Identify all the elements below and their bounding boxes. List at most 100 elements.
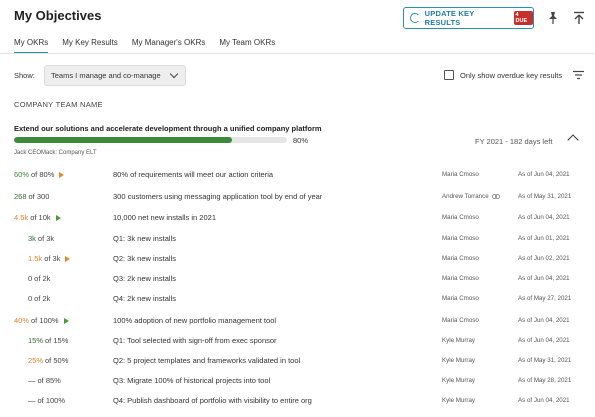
key-result-name[interactable]: 300 customers using messaging applicatio… (113, 192, 322, 201)
key-result-date: As of May 31, 2021 (518, 193, 572, 200)
update-key-results-button[interactable]: UPDATE KEY RESULTS 4 DUE (403, 7, 534, 29)
tab-my-team-okrs[interactable]: My Team OKRs (219, 38, 275, 54)
overdue-label: Only show overdue key results (460, 71, 563, 80)
key-result-progress: 268 of 300 (14, 192, 49, 201)
key-result-name[interactable]: Q4: Publish dashboard of portfolio with … (113, 396, 312, 405)
key-result-name[interactable]: Q4: 2k new installs (113, 294, 176, 303)
key-result-current: 60% (14, 170, 30, 179)
key-result-owner-name: Andrew Torrance (442, 193, 489, 200)
key-result-name[interactable]: Q2: 3k new installs (113, 254, 176, 263)
key-result-date: As of Jun 04, 2021 (518, 337, 570, 344)
key-result-target: of 3k (44, 254, 61, 263)
key-result-row[interactable]: 0 of 2k Q3: 2k new installs Maria Cmoso As o… (0, 274, 595, 294)
key-result-row[interactable]: — of 85% Q3: Migrate 100% of historical pr… (0, 376, 595, 396)
key-result-target: of 2k (34, 294, 51, 303)
key-result-target: of 3k (37, 234, 55, 243)
key-result-row[interactable]: 25% of 50% Q2: 5 project templates and fra… (0, 356, 595, 376)
key-result-owner: Andrew Torrance (442, 193, 500, 200)
key-result-row[interactable]: 15% of 15% Q1: Tool selected with sign-off… (0, 336, 595, 356)
pin-icon[interactable] (547, 11, 559, 25)
key-result-current: 4.5k (14, 213, 29, 222)
key-result-name[interactable]: 100% adoption of new portfolio managemen… (113, 316, 276, 325)
key-result-name[interactable]: 10,000 net new installs in 2021 (113, 213, 216, 222)
key-result-owner-name: Maria Cmoso (442, 255, 479, 262)
show-label: Show: (14, 71, 35, 80)
key-result-progress: 4.5k of 10k (14, 213, 61, 222)
key-result-row[interactable]: 1.5k of 3k Q2: 3k new installs Maria Cmoso A… (0, 254, 595, 274)
key-result-row[interactable]: 3k of 3k Q1: 3k new installs Maria Cmoso As … (0, 234, 595, 254)
okr-tabs: My OKRs My Key Results My Manager's OKRs… (14, 38, 289, 54)
link-icon (491, 194, 500, 199)
overdue-checkbox[interactable] (444, 70, 454, 80)
objective-owner: Jack CEOMack: Company ELT (14, 150, 97, 156)
trend-arrow-icon (59, 171, 65, 178)
key-result-row[interactable]: 60% of 80% 80% of requirements will meet o… (0, 170, 595, 190)
scroll-to-top-icon[interactable] (573, 11, 585, 25)
key-result-date: As of Jun 02, 2021 (518, 255, 570, 262)
key-result-row[interactable]: 268 of 300 300 customers using messaging a… (0, 192, 595, 212)
key-result-row[interactable]: 0 of 2k Q4: 2k new installs Maria Cmoso As o… (0, 294, 595, 314)
key-result-owner-name: Maria Cmoso (442, 317, 479, 324)
key-result-current: 25% (28, 356, 44, 365)
key-result-current: 1.5k (28, 254, 43, 263)
key-result-owner: Kyle Murray (442, 337, 475, 344)
tab-my-managers-okrs[interactable]: My Manager's OKRs (132, 38, 206, 54)
key-result-row[interactable]: — of 100% Q4: Publish dashboard of portfol… (0, 396, 595, 416)
key-result-row[interactable]: 40% of 100% 100% adoption of new portfolio… (0, 316, 595, 336)
refresh-icon (410, 13, 420, 23)
key-result-owner-name: Kyle Murray (442, 377, 476, 384)
tab-my-okrs[interactable]: My OKRs (14, 38, 49, 54)
key-result-date: As of Jun 04, 2021 (518, 397, 570, 404)
key-result-row[interactable]: 4.5k of 10k 10,000 net new installs in 202… (0, 213, 595, 233)
key-result-target: of 50% (45, 356, 69, 365)
key-result-date: As of Jun 04, 2021 (518, 171, 570, 178)
key-result-target: of 80% (31, 170, 55, 179)
key-result-target: of 10k (30, 213, 51, 222)
key-result-owner: Kyle Murray (442, 377, 475, 384)
key-result-owner: Maria Cmoso (442, 214, 479, 221)
key-result-name[interactable]: Q1: 3k new installs (113, 234, 176, 243)
key-result-current: — (28, 396, 36, 405)
tab-my-key-results[interactable]: My Key Results (62, 38, 118, 54)
key-result-progress: 60% of 80% (14, 170, 65, 179)
due-badge: 4 DUE (513, 11, 533, 25)
key-result-progress: 3k of 3k (28, 234, 54, 243)
key-result-owner-name: Maria Cmoso (442, 275, 479, 282)
key-result-current: 0 (28, 274, 33, 283)
key-result-date: As of Jun 01, 2021 (518, 235, 570, 242)
key-result-name[interactable]: 80% of requirements will meet our action… (113, 170, 273, 179)
page-title: My Objectives (14, 8, 102, 23)
objective-progress-fill (14, 137, 233, 143)
key-result-name[interactable]: Q1: Tool selected with sign-off from exe… (113, 336, 277, 345)
key-result-progress: 25% of 50% (28, 356, 68, 365)
filter-icon[interactable] (573, 70, 584, 80)
key-result-date: As of Jun 04, 2021 (518, 214, 570, 221)
key-result-progress: 0 of 2k (28, 274, 50, 283)
key-result-owner: Kyle Murray (442, 397, 475, 404)
key-result-current: 15% (28, 336, 44, 345)
key-result-target: of 15% (45, 336, 69, 345)
key-result-current: 0 (28, 294, 33, 303)
show-select-value: Teams I manage and co-manage (51, 71, 161, 80)
key-result-date: As of Jun 04, 2021 (518, 317, 570, 324)
key-result-owner-name: Maria Cmoso (442, 171, 479, 178)
key-result-date: As of May 27, 2021 (518, 295, 572, 302)
section-heading: COMPANY TEAM NAME (14, 100, 103, 109)
key-result-name[interactable]: Q2: 5 project templates and frameworks v… (113, 356, 300, 365)
show-select[interactable]: Teams I manage and co-manage (44, 65, 186, 86)
key-result-progress: — of 100% (28, 396, 65, 405)
key-result-progress: 15% of 15% (28, 336, 68, 345)
key-result-current: 268 (14, 192, 27, 201)
key-result-owner: Maria Cmoso (442, 275, 479, 282)
key-result-target: of 85% (37, 376, 61, 385)
key-result-owner: Maria Cmoso (442, 295, 479, 302)
key-result-name[interactable]: Q3: 2k new installs (113, 274, 176, 283)
key-result-name[interactable]: Q3: Migrate 100% of historical projects … (113, 376, 270, 385)
objective-title[interactable]: Extend our solutions and accelerate deve… (14, 124, 322, 133)
collapse-chevron-icon[interactable] (567, 134, 579, 146)
key-result-owner-name: Maria Cmoso (442, 214, 479, 221)
objective-progress-label: 80% (293, 136, 309, 145)
key-result-current: 40% (14, 316, 30, 325)
tabs-divider (0, 53, 595, 54)
trend-arrow-icon (63, 317, 69, 324)
